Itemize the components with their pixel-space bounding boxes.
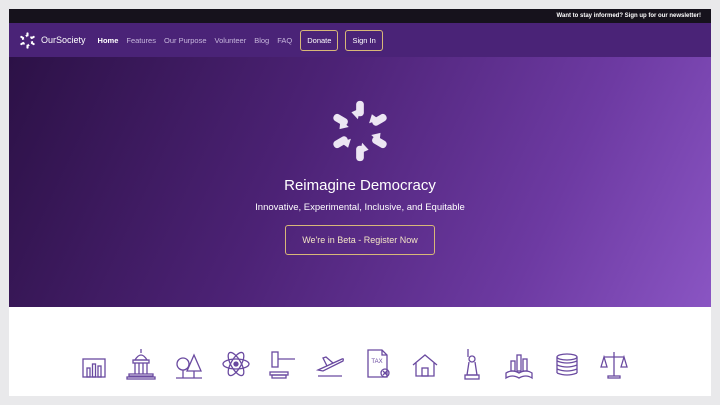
trees-icon [174,347,204,381]
hero-section: Reimagine Democracy Innovative, Experime… [9,57,711,307]
main-nav: OurSociety Home Features Our Purpose Vol… [9,23,711,57]
book-city-icon [504,347,534,381]
sign-in-button[interactable]: Sign In [345,29,383,51]
nav-link-blog[interactable]: Blog [254,36,269,45]
newsletter-bar: Want to stay informed? Sign up for our n… [9,9,711,23]
coins-icon [552,347,582,381]
airplane-icon [315,347,345,381]
hero-subtitle: Innovative, Experimental, Inclusive, and… [255,202,465,213]
newsletter-link[interactable]: Want to stay informed? Sign up for our n… [557,13,701,19]
brand-logo-link[interactable]: OurSociety [18,31,86,50]
hero-title: Reimagine Democracy [284,177,436,194]
donate-button[interactable]: Donate [300,29,339,51]
tax-document-icon: TAX [363,347,393,381]
bar-chart-icon [79,347,109,381]
nav-link-our-purpose[interactable]: Our Purpose [164,36,207,45]
register-beta-button[interactable]: We're in Beta - Register Now [285,225,435,255]
browser-frame: Want to stay informed? Sign up for our n… [9,9,711,396]
oursociety-logo-icon [20,31,35,49]
statue-of-liberty-icon [457,347,487,381]
nav-link-features[interactable]: Features [126,36,156,45]
house-icon [410,347,440,381]
atom-icon [221,347,251,381]
capitol-building-icon [126,347,156,381]
gavel-icon [268,347,298,381]
nav-link-faq[interactable]: FAQ [277,36,292,45]
scales-icon [599,347,629,381]
nav-link-volunteer[interactable]: Volunteer [215,36,247,45]
brand-name: OurSociety [41,35,86,45]
nav-link-home[interactable]: Home [98,36,119,45]
tax-label: TAX [371,359,382,365]
hero-logo-icon [333,100,387,162]
feature-icons-row: TAX [79,341,629,381]
